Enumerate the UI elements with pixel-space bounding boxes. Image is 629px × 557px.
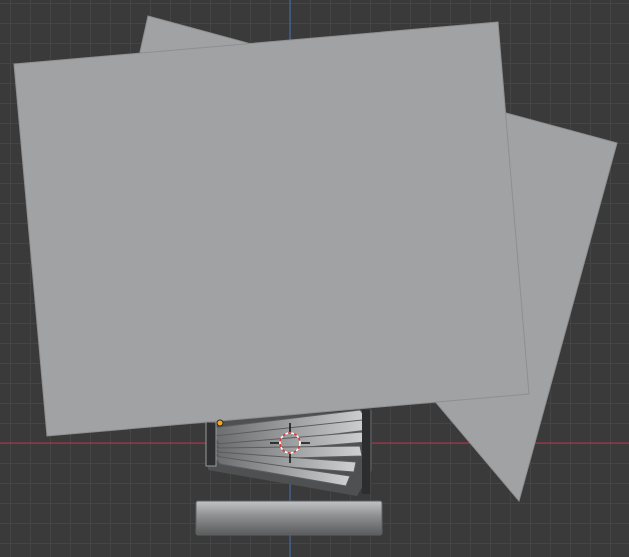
object-origin-dot <box>216 419 224 427</box>
cylinder[interactable] <box>195 500 383 536</box>
3d-viewport[interactable] <box>0 0 629 557</box>
viewport-canvas[interactable] <box>0 0 629 557</box>
front-plane[interactable] <box>13 21 530 437</box>
